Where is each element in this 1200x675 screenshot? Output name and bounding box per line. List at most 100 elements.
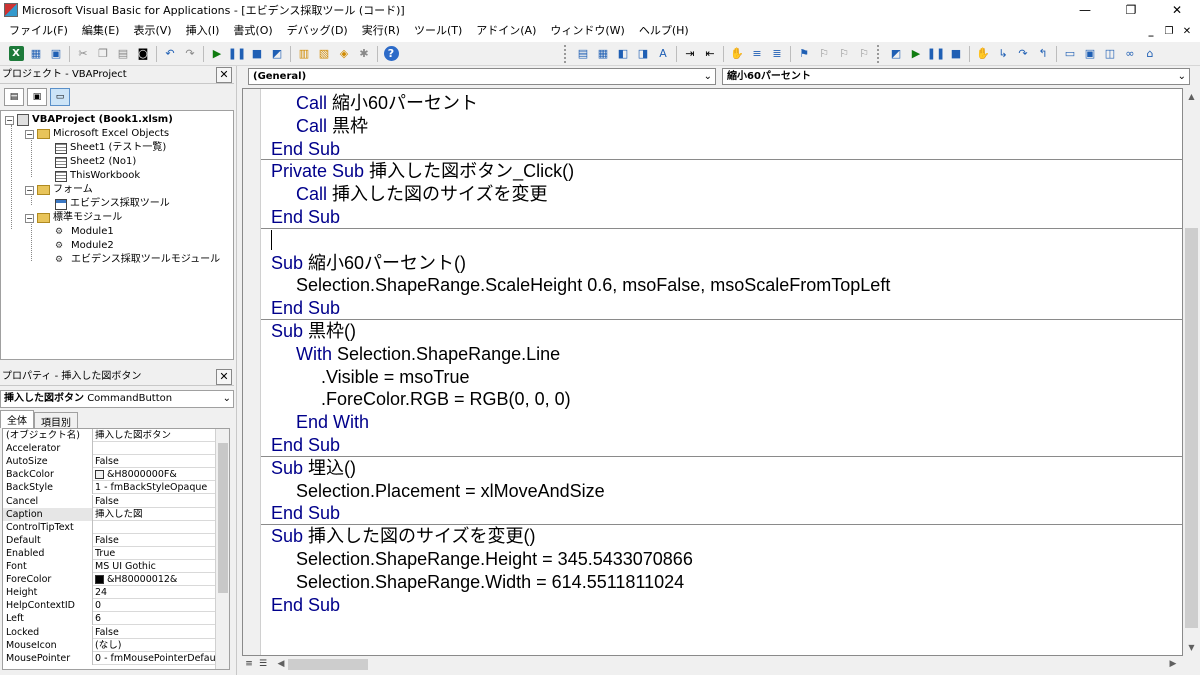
close-button[interactable]: ✕ — [1154, 0, 1200, 20]
outdent-button[interactable]: ⇤ — [701, 45, 719, 63]
property-value[interactable] — [95, 442, 215, 455]
step-into-button[interactable]: ↳ — [994, 45, 1012, 63]
code-line[interactable]: Selection.Placement = xlMoveAndSize — [296, 480, 605, 503]
code-line[interactable]: End Sub — [271, 594, 340, 617]
step-over-button[interactable]: ↷ — [1014, 45, 1032, 63]
property-row[interactable]: AutoSize False — [3, 455, 215, 469]
property-value[interactable]: 挿入した図ボタン — [95, 429, 215, 442]
code-line[interactable]: With Selection.ShapeRange.Line — [296, 343, 560, 366]
toolbar-grip[interactable] — [564, 44, 570, 63]
menu-file[interactable]: ファイル(F) — [2, 20, 75, 42]
property-row[interactable]: Default False — [3, 533, 215, 547]
property-row[interactable]: Cancel False — [3, 494, 215, 508]
code-line[interactable]: Call 黒枠 — [296, 115, 368, 138]
toggle-breakpoint-button[interactable]: ✋ — [728, 45, 746, 63]
code-line[interactable]: End Sub — [271, 502, 340, 525]
property-row[interactable]: ForeColor &H80000012& — [3, 573, 215, 587]
property-value[interactable]: 挿入した図 — [95, 508, 215, 521]
code-line[interactable]: End With — [296, 411, 369, 434]
code-line[interactable]: Selection.ShapeRange.ScaleHeight 0.6, ms… — [296, 274, 890, 297]
code-line[interactable]: .ForeColor.RGB = RGB(0, 0, 0) — [321, 388, 571, 411]
copy-button[interactable]: ❐ — [94, 45, 112, 63]
menu-debug[interactable]: デバッグ(D) — [280, 20, 355, 42]
help-button[interactable]: ? — [382, 45, 400, 63]
view-excel-button[interactable]: X — [7, 45, 25, 63]
toggle-breakpoint-button-2[interactable]: ✋ — [974, 45, 992, 63]
full-module-view-button[interactable]: ☰ — [256, 658, 270, 671]
tree-node-form1[interactable]: エビデンス採取ツール — [55, 197, 170, 211]
watch-window-button[interactable]: ◫ — [1101, 45, 1119, 63]
run-button[interactable]: ▶ — [208, 45, 226, 63]
design-mode-button[interactable]: ◩ — [268, 45, 286, 63]
code-line[interactable]: Sub 黒枠() — [271, 320, 356, 343]
code-line[interactable]: End Sub — [271, 434, 340, 457]
code-line[interactable]: Private Sub 挿入した図ボタン_Click() — [271, 160, 574, 183]
scroll-left-icon[interactable]: ◀ — [274, 656, 288, 673]
property-row[interactable]: MousePointer 0 - fmMousePointerDefau — [3, 651, 215, 665]
menu-format[interactable]: 書式(O) — [226, 20, 279, 42]
menu-help[interactable]: ヘルプ(H) — [632, 20, 696, 42]
menu-insert[interactable]: 挿入(I) — [179, 20, 227, 42]
quick-info-button[interactable]: ◧ — [614, 45, 632, 63]
code-line[interactable]: Sub 埋込() — [271, 457, 356, 480]
list-properties-button[interactable]: ▤ — [574, 45, 592, 63]
property-value[interactable]: False — [95, 495, 215, 508]
object-dropdown[interactable]: (General) ⌄ — [248, 68, 716, 85]
toolbar-grip[interactable] — [877, 44, 883, 63]
design-mode-button-2[interactable]: ◩ — [887, 45, 905, 63]
reset-button-2[interactable]: ■ — [947, 45, 965, 63]
restore-button[interactable]: ❐ — [1108, 0, 1154, 20]
scroll-thumb[interactable] — [1185, 228, 1198, 628]
procedure-view-button[interactable]: ≡ — [242, 658, 256, 671]
view-object-button[interactable]: ▣ — [27, 88, 47, 106]
menu-run[interactable]: 実行(R) — [355, 20, 407, 42]
scroll-down-icon[interactable]: ▼ — [1183, 639, 1200, 656]
property-row[interactable]: ControlTipText — [3, 520, 215, 534]
property-row[interactable]: (オブジェクト名) 挿入した図ボタン — [3, 429, 215, 442]
code-line[interactable]: .Visible = msoTrue — [321, 366, 470, 389]
property-value[interactable]: False — [95, 455, 215, 468]
indent-button[interactable]: ⇥ — [681, 45, 699, 63]
clear-bookmarks-button[interactable]: ⚐ — [855, 45, 873, 63]
property-value[interactable]: &H8000000F& — [95, 468, 215, 481]
quick-watch-button[interactable]: ∞ — [1121, 45, 1139, 63]
property-value[interactable]: 0 — [95, 599, 215, 612]
code-horizontal-scrollbar[interactable]: ≡ ☰ ◀ ▶ — [242, 656, 1200, 673]
property-row[interactable]: Height 24 — [3, 586, 215, 600]
break-button[interactable]: ❚❚ — [228, 45, 246, 63]
tree-node-project[interactable]: − VBAProject (Book1.xlsm) — [5, 113, 173, 127]
property-value[interactable] — [95, 521, 215, 534]
scroll-right-icon[interactable]: ▶ — [1166, 656, 1180, 673]
tree-node-forms[interactable]: − フォーム — [25, 183, 93, 197]
toggle-folders-button[interactable]: ▭ — [50, 88, 70, 106]
property-row[interactable]: HelpContextID 0 — [3, 599, 215, 613]
reset-button[interactable]: ■ — [248, 45, 266, 63]
project-pane-close-button[interactable]: ✕ — [216, 67, 232, 83]
comment-block-button[interactable]: ≡ — [748, 45, 766, 63]
scroll-thumb[interactable] — [218, 443, 228, 593]
project-explorer-button[interactable]: ▥ — [295, 45, 313, 63]
property-value[interactable]: True — [95, 547, 215, 560]
step-out-button[interactable]: ↰ — [1034, 45, 1052, 63]
find-button[interactable]: ◙ — [134, 45, 152, 63]
previous-bookmark-button[interactable]: ⚐ — [835, 45, 853, 63]
property-row[interactable]: BackStyle 1 - fmBackStyleOpaque — [3, 481, 215, 495]
scroll-up-icon[interactable]: ▲ — [1183, 88, 1200, 105]
code-line[interactable]: Selection.ShapeRange.Height = 345.543307… — [296, 548, 693, 571]
tree-node-modules[interactable]: − 標準モジュール — [25, 211, 122, 225]
property-row[interactable]: Enabled True — [3, 546, 215, 560]
view-code-button[interactable]: ▤ — [4, 88, 24, 106]
code-line[interactable]: Sub 挿入した図のサイズを変更() — [271, 525, 535, 548]
complete-word-button[interactable]: A — [654, 45, 672, 63]
tab-categorized[interactable]: 項目別 — [34, 412, 78, 429]
mdi-minimize-button[interactable]: _ — [1142, 26, 1160, 37]
break-button-2[interactable]: ❚❚ — [927, 45, 945, 63]
code-line[interactable]: End Sub — [271, 206, 340, 229]
paste-button[interactable]: ▤ — [114, 45, 132, 63]
property-value[interactable]: MS UI Gothic — [95, 560, 215, 573]
property-row[interactable]: Accelerator — [3, 442, 215, 456]
tree-node-module3[interactable]: ⚙ エビデンス採取ツールモジュール — [55, 253, 220, 267]
code-line[interactable]: Call 縮小60パーセント — [296, 92, 478, 115]
property-value[interactable]: 6 — [95, 612, 215, 625]
menu-addins[interactable]: アドイン(A) — [469, 20, 543, 42]
